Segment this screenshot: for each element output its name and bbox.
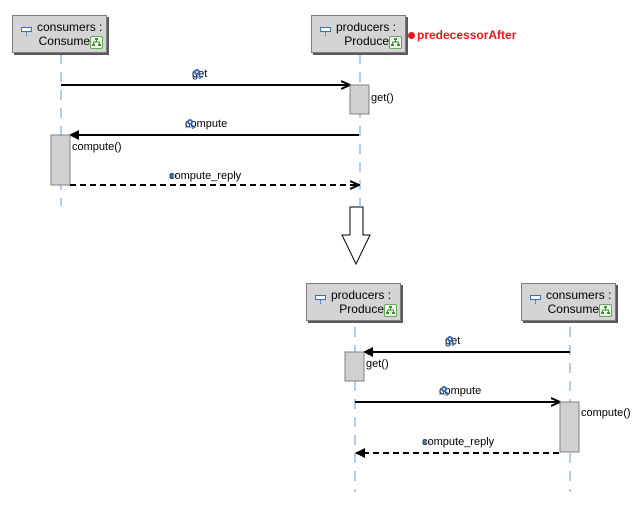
- operation-gear-icon: [445, 336, 456, 346]
- reply-arrow-icon: [169, 173, 181, 179]
- lifeline-head-producers-after[interactable]: producers : Produce: [306, 283, 401, 321]
- annotation-predecessor-after: predecessorAfter: [417, 28, 517, 42]
- lifeline-head-consumers-after[interactable]: consumers : Consume: [521, 283, 616, 321]
- structure-hierarchy-icon: [384, 304, 397, 317]
- red-dot-marker: [408, 32, 415, 39]
- lifeline-type: Produce: [344, 34, 389, 48]
- operation-gear-icon: [185, 119, 196, 129]
- down-arrow-icon: [341, 206, 371, 266]
- lifeline-name: consumers :: [37, 20, 103, 34]
- lifeline-head-consumers-before[interactable]: consumers : Consume: [12, 15, 107, 53]
- execution-compute-before[interactable]: [50, 134, 71, 186]
- structure-hierarchy-icon: [389, 36, 402, 49]
- message-label-get-after: get: [445, 335, 460, 348]
- message-label-get-before: get: [192, 68, 207, 81]
- lifeline-name: producers :: [331, 288, 392, 302]
- lifeline-type: Consume: [547, 302, 599, 316]
- lifeline-name: producers :: [336, 20, 397, 34]
- operation-gear-icon: [192, 69, 203, 79]
- execution-label-compute-before: compute(): [72, 141, 122, 153]
- execution-label-get-before: get(): [371, 92, 394, 104]
- lifeline-type: Consume: [38, 34, 90, 48]
- execution-get-after[interactable]: [344, 351, 365, 382]
- structure-hierarchy-icon: [90, 36, 103, 49]
- message-label-compute-reply-after: compute_reply: [422, 436, 494, 449]
- reply-arrow-icon: [422, 439, 434, 445]
- message-label-compute-reply-before: compute_reply: [169, 170, 241, 183]
- lifeline-type: Produce: [339, 302, 384, 316]
- execution-get-before[interactable]: [349, 84, 370, 115]
- lifeline-name: consumers :: [546, 288, 612, 302]
- execution-compute-after[interactable]: [559, 401, 580, 453]
- execution-label-get-after: get(): [366, 358, 389, 370]
- structure-hierarchy-icon: [599, 304, 612, 317]
- lifeline-head-producers-before[interactable]: producers : Produce: [311, 15, 406, 53]
- execution-label-compute-after: compute(): [581, 407, 631, 419]
- message-label-compute-before: compute: [185, 118, 227, 131]
- operation-gear-icon: [439, 386, 450, 396]
- diagram-canvas: [50, 54, 580, 492]
- message-label-compute-after: compute: [439, 385, 481, 398]
